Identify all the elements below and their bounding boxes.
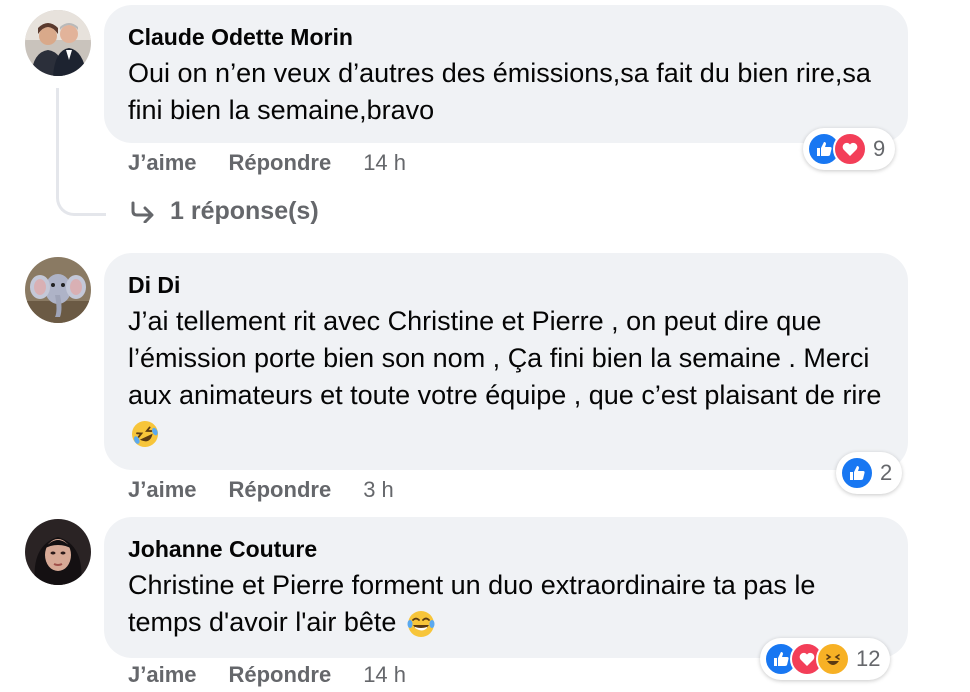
comment-author[interactable]: Johanne Couture (128, 535, 884, 563)
comment-bubble: Johanne Couture Christine et Pierre form… (104, 517, 908, 658)
comment-bubble: Claude Odette Morin Oui on n’en veux d’a… (104, 5, 908, 143)
reaction-summary[interactable]: 2 (836, 452, 903, 494)
reply-arrow-icon (131, 201, 154, 223)
comment-text: Christine et Pierre forment un duo extra… (128, 567, 888, 641)
avatar[interactable] (25, 10, 91, 76)
comment-actions: J’aime Répondre 3 h (128, 477, 394, 503)
comment-actions: J’aime Répondre 14 h (128, 150, 406, 176)
avatar-photo-woman-icon (25, 519, 91, 585)
comment-timestamp[interactable]: 14 h (363, 150, 406, 176)
comment-actions: J’aime Répondre 14 h (128, 662, 406, 688)
like-button[interactable]: J’aime (128, 662, 197, 688)
comment-text: Oui on n’en veux d’autres des émissions,… (128, 58, 871, 125)
reaction-count: 2 (880, 460, 893, 485)
avatar[interactable] (25, 519, 91, 585)
comment-author[interactable]: Di Di (128, 271, 884, 299)
view-replies-link[interactable]: 1 réponse(s) (130, 197, 319, 226)
reaction-count: 12 (856, 646, 881, 671)
comment-timestamp[interactable]: 14 h (363, 662, 406, 688)
view-replies-label: 1 réponse(s) (170, 197, 319, 225)
tears-of-joy-emoji-icon (407, 610, 435, 637)
reaction-count: 9 (873, 136, 886, 161)
rolling-laughing-emoji-icon (132, 420, 158, 447)
comment-text: J’ai tellement rit avec Christine et Pie… (128, 303, 888, 451)
reply-button[interactable]: Répondre (229, 662, 332, 688)
thread-connector-line (56, 88, 106, 216)
comment-author[interactable]: Claude Odette Morin (128, 23, 884, 51)
like-button[interactable]: J’aime (128, 150, 197, 176)
love-reaction-icon (833, 132, 867, 166)
avatar-photo-couple-icon (25, 10, 91, 76)
like-reaction-icon (840, 456, 874, 490)
avatar[interactable] (25, 257, 91, 323)
like-button[interactable]: J’aime (128, 477, 197, 503)
reaction-summary[interactable]: 9 (803, 128, 896, 170)
avatar-photo-plush-elephant-icon (25, 257, 91, 323)
haha-reaction-icon (816, 642, 850, 676)
reply-button[interactable]: Répondre (229, 477, 332, 503)
comment-bubble: Di Di J’ai tellement rit avec Christine … (104, 253, 908, 470)
comment-timestamp[interactable]: 3 h (363, 477, 394, 503)
comment-text-body: Christine et Pierre forment un duo extra… (128, 570, 816, 637)
reply-button[interactable]: Répondre (229, 150, 332, 176)
reaction-summary[interactable]: 12 (760, 638, 891, 680)
comment-text-body: J’ai tellement rit avec Christine et Pie… (128, 306, 882, 410)
